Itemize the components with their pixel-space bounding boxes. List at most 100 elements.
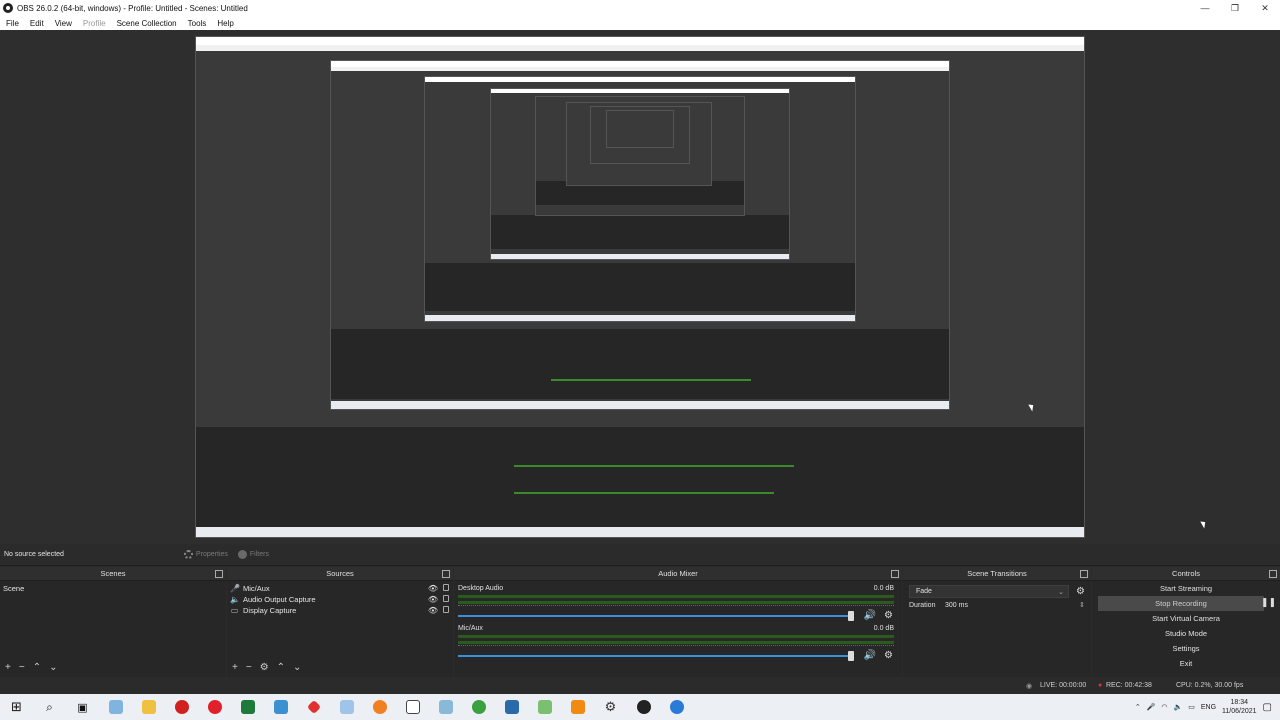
pen-app-icon[interactable] [528, 694, 561, 720]
scene-item[interactable]: Scene [0, 583, 226, 594]
display-tray-icon[interactable]: ▭ [1188, 703, 1195, 711]
undock-icon[interactable] [1080, 570, 1088, 578]
studio-mode-button[interactable]: Studio Mode [1098, 626, 1274, 641]
search-app-icon[interactable] [363, 694, 396, 720]
menu-profile[interactable]: Profile [83, 19, 106, 28]
windows-start-icon[interactable]: ⊞ [0, 694, 33, 720]
start-streaming-button[interactable]: Start Streaming [1098, 581, 1274, 596]
exit-button[interactable]: Exit [1098, 656, 1274, 671]
remove-icon[interactable]: − [19, 662, 25, 673]
cursor-icon [1200, 519, 1208, 529]
task-view-icon[interactable]: ▣ [66, 694, 99, 720]
stop-recording-button[interactable]: Stop Recording [1098, 596, 1264, 611]
source-item-audio-output[interactable]: 🔈 Audio Output Capture 👁 [227, 594, 453, 605]
speaker-mute-icon[interactable]: 🔊 [864, 610, 876, 621]
gear-icon[interactable]: ⚙ [260, 662, 269, 673]
eye-icon[interactable]: 👁 [428, 584, 438, 593]
vlc-icon[interactable] [561, 694, 594, 720]
source-item-mic[interactable]: 🎤 Mic/Aux 👁 [227, 583, 453, 594]
app-t-icon[interactable] [165, 694, 198, 720]
chrome-icon[interactable] [462, 694, 495, 720]
volume-slider-handle[interactable] [848, 651, 854, 661]
pause-icon[interactable]: ❚❚ [1261, 597, 1276, 608]
mixer-channel-mic: Mic/Aux 0.0 dB 🔊 ⚙ [458, 625, 894, 661]
undock-icon[interactable] [1269, 570, 1277, 578]
sources-toolbar: + − ⚙ ⌃ ⌄ [227, 659, 453, 675]
menu-edit[interactable]: Edit [30, 19, 44, 28]
green-app-icon[interactable] [231, 694, 264, 720]
duration-row: Duration 300 ms ⇕ [909, 601, 1085, 610]
lock-icon[interactable] [443, 595, 449, 602]
eye-icon[interactable]: 👁 [428, 606, 438, 615]
menu-tools[interactable]: Tools [188, 19, 207, 28]
speaker-mute-icon[interactable]: 🔊 [864, 650, 876, 661]
source-item-display[interactable]: ▭ Display Capture 👁 [227, 605, 453, 616]
no-source-label: No source selected [4, 551, 64, 558]
live-icon: ◉ [1026, 683, 1033, 690]
add-icon[interactable]: + [5, 662, 11, 673]
browser-icon[interactable] [660, 694, 693, 720]
preview-canvas[interactable] [0, 30, 1280, 544]
red-app-icon[interactable] [297, 694, 330, 720]
undock-icon[interactable] [442, 570, 450, 578]
close-button[interactable]: ✕ [1250, 0, 1280, 16]
window-controls: — ❐ ✕ [1190, 0, 1280, 16]
undock-icon[interactable] [891, 570, 899, 578]
lock-icon[interactable] [443, 584, 449, 591]
blue-app-icon[interactable] [264, 694, 297, 720]
gear-icon [184, 550, 193, 559]
obs-icon[interactable] [627, 694, 660, 720]
gear-icon[interactable]: ⚙ [884, 610, 893, 621]
start-virtual-camera-button[interactable]: Start Virtual Camera [1098, 611, 1274, 626]
move-up-icon[interactable]: ⌃ [277, 662, 285, 673]
gear-app-icon[interactable]: ⚙ [594, 694, 627, 720]
add-icon[interactable]: + [232, 662, 238, 673]
notes-app-icon[interactable] [396, 694, 429, 720]
undock-icon[interactable] [215, 570, 223, 578]
lock-icon[interactable] [443, 606, 449, 613]
move-down-icon[interactable]: ⌄ [49, 662, 57, 673]
filters-button[interactable]: Filters [237, 550, 269, 559]
mic-tray-icon[interactable]: 🎤 [1147, 703, 1156, 711]
volume-slider[interactable] [458, 655, 848, 657]
filter-icon [237, 550, 247, 559]
search-icon[interactable]: ⌕ [33, 694, 66, 720]
duration-spinbox[interactable]: 300 ms [945, 602, 1079, 609]
transition-gear-icon[interactable]: ⚙ [1076, 586, 1085, 597]
scene-transitions-dock: Scene Transitions Fade ⌄ ⚙ Duration 300 … [903, 567, 1091, 677]
move-down-icon[interactable]: ⌄ [293, 662, 301, 673]
volume-slider-handle[interactable] [848, 611, 854, 621]
scenes-toolbar: + − ⌃ ⌄ [0, 659, 226, 675]
clock[interactable]: 18:34 11/06/2021 [1222, 698, 1257, 716]
window-app-icon[interactable] [330, 694, 363, 720]
gear-icon[interactable]: ⚙ [884, 650, 893, 661]
files-icon[interactable] [99, 694, 132, 720]
move-up-icon[interactable]: ⌃ [33, 662, 41, 673]
settings-button[interactable]: Settings [1098, 641, 1274, 656]
volume-icon[interactable]: 🔈 [1174, 703, 1183, 711]
eye-icon[interactable]: 👁 [428, 595, 438, 604]
chevron-up-icon[interactable]: ⌃ [1135, 703, 1141, 711]
language-indicator[interactable]: ENG [1201, 704, 1216, 711]
meter-scale [458, 605, 894, 607]
menu-view[interactable]: View [55, 19, 72, 28]
menu-help[interactable]: Help [217, 19, 233, 28]
volume-meter [458, 601, 894, 604]
network-icon[interactable]: ◠ [1161, 703, 1167, 711]
remove-icon[interactable]: − [246, 662, 252, 673]
mic-icon: 🎤 [230, 584, 240, 593]
menu-scene-collection[interactable]: Scene Collection [117, 19, 177, 28]
meter-scale [458, 645, 894, 647]
notification-icon[interactable]: ▢ [1263, 702, 1272, 713]
properties-button[interactable]: Properties [184, 550, 228, 559]
share-app-icon[interactable] [495, 694, 528, 720]
transition-select[interactable]: Fade ⌄ [909, 585, 1069, 598]
feather-app-icon[interactable] [429, 694, 462, 720]
opera-icon[interactable] [198, 694, 231, 720]
volume-slider[interactable] [458, 615, 848, 617]
folder-icon[interactable] [132, 694, 165, 720]
minimize-button[interactable]: — [1190, 0, 1220, 16]
menu-file[interactable]: File [6, 19, 19, 28]
maximize-button[interactable]: ❐ [1220, 0, 1250, 16]
spin-arrows-icon[interactable]: ⇕ [1079, 601, 1085, 609]
